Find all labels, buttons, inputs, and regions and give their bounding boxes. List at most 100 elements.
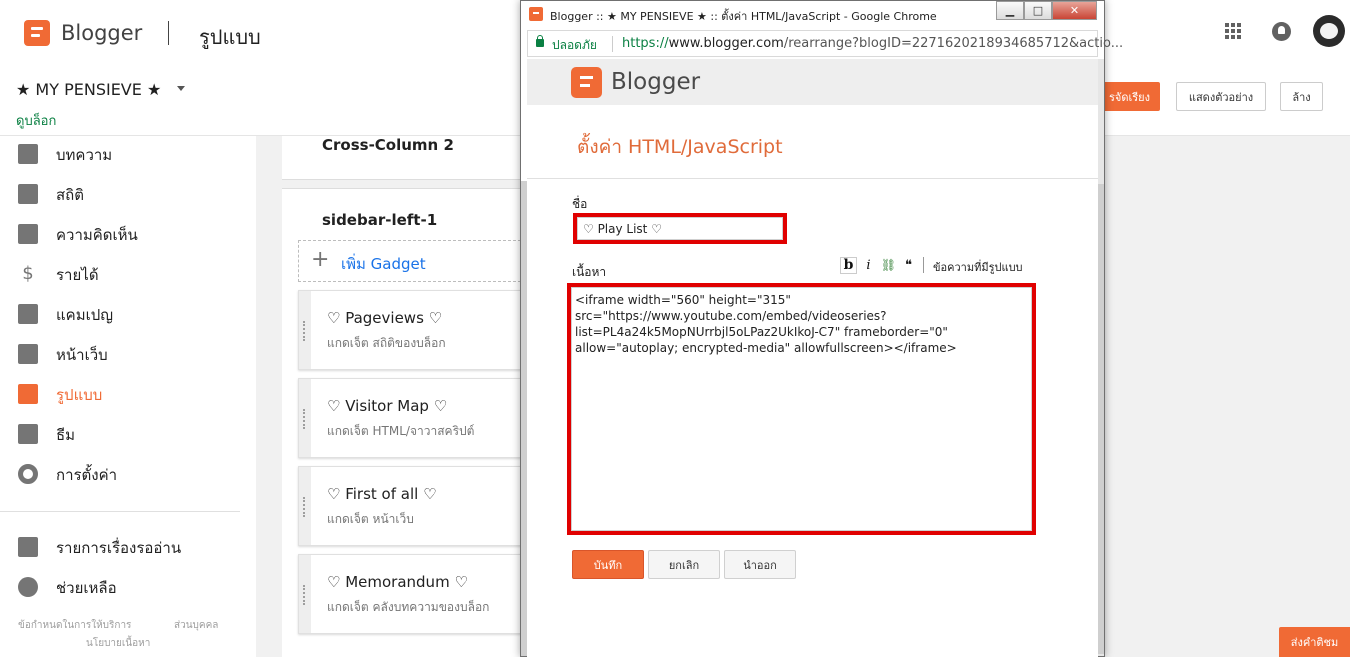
name-highlight xyxy=(573,213,787,244)
popup-left-scroll-track xyxy=(521,181,527,656)
content-highlight: <iframe width="560" height="315" src="ht… xyxy=(567,283,1036,535)
sidebar-item-theme[interactable]: ธีม xyxy=(0,414,256,454)
page-title: รูปแบบ xyxy=(199,25,261,49)
terms-link[interactable]: ข้อกำหนดในการให้บริการ xyxy=(18,618,131,633)
preview-button[interactable]: แสดงตัวอย่าง xyxy=(1176,82,1266,111)
italic-icon[interactable]: i xyxy=(860,257,877,274)
sidebar-item-reading-list[interactable]: รายการเรื่องรออ่าน xyxy=(0,527,256,567)
drag-handle-icon[interactable] xyxy=(299,555,311,633)
gadget-subtitle: แกดเจ็ต HTML/จาวาสคริปต์ xyxy=(327,424,475,438)
earnings-icon: $ xyxy=(22,263,34,284)
sidebar-item-label: บทความ xyxy=(56,146,113,164)
bookmark-icon xyxy=(18,537,38,557)
sidebar-item-posts[interactable]: บทความ xyxy=(0,134,256,174)
toolbar-divider xyxy=(923,257,924,273)
lock-icon xyxy=(536,35,544,47)
address-bar[interactable]: ปลอดภัย https://www.blogger.com/rearrang… xyxy=(527,30,1123,57)
sidebar-divider xyxy=(0,511,240,512)
sidebar-item-comments[interactable]: ความคิดเห็น xyxy=(0,214,256,254)
sidebar-item-campaigns[interactable]: แคมเปญ xyxy=(0,294,256,334)
bold-icon[interactable]: b xyxy=(840,256,857,274)
gadget-subtitle: แกดเจ็ต หน้าเว็บ xyxy=(327,512,414,526)
url-host: www.blogger.com xyxy=(668,36,784,51)
sidebar-item-settings[interactable]: การตั้งค่า xyxy=(0,454,256,494)
notifications-icon[interactable] xyxy=(1272,22,1291,41)
feedback-button[interactable]: ส่งคำติชม xyxy=(1279,627,1350,657)
content-textarea[interactable]: <iframe width="560" height="315" src="ht… xyxy=(571,287,1032,531)
popup-window: Blogger :: ★ MY PENSIEVE ★ :: ตั้งค่า HT… xyxy=(520,0,1123,657)
popup-scrollbar[interactable] xyxy=(1098,59,1104,656)
brand-name[interactable]: Blogger xyxy=(61,21,142,45)
clear-button[interactable]: ล้าง xyxy=(1280,82,1323,111)
gear-icon xyxy=(18,464,38,484)
view-blog-link[interactable]: ดูบล็อก xyxy=(16,110,56,131)
sidebar-item-label: ช่วยเหลือ xyxy=(56,579,117,597)
theme-icon xyxy=(18,424,38,444)
sidebar-item-pages[interactable]: หน้าเว็บ xyxy=(0,334,256,374)
close-window-button[interactable]: ✕ xyxy=(1052,1,1097,20)
sidebar-item-label: รายได้ xyxy=(56,266,99,284)
sidebar-item-stats[interactable]: สถิติ xyxy=(0,174,256,214)
privacy-link[interactable]: ส่วนบุคคล xyxy=(174,618,218,633)
chevron-down-icon[interactable] xyxy=(177,86,185,91)
link-icon[interactable]: ⛓ xyxy=(880,257,897,274)
sidebar-item-earnings[interactable]: $ รายได้ xyxy=(0,254,256,294)
sidebar: บทความ สถิติ ความคิดเห็น $ รายได้ แคมเปญ… xyxy=(0,136,256,657)
sidebar-item-label: ธีม xyxy=(56,426,76,444)
sidebar-item-layout[interactable]: รูปแบบ xyxy=(0,374,256,414)
avatar[interactable] xyxy=(1313,15,1345,47)
title-input[interactable] xyxy=(577,217,783,240)
rich-text-link[interactable]: ข้อความที่มีรูปแบบ xyxy=(933,258,1023,276)
comments-icon xyxy=(18,224,38,244)
gadget-title: ♡ First of all ♡ xyxy=(327,485,437,503)
gadget-title: ♡ Pageviews ♡ xyxy=(327,309,443,327)
help-icon xyxy=(18,577,38,597)
gadget-card[interactable]: ♡ Pageviews ♡ แกดเจ็ต สถิติของบล็อก xyxy=(298,290,526,370)
maximize-button[interactable]: □ xyxy=(1024,1,1052,20)
url-path: /rearrange?blogID=2271620218934685712&ac… xyxy=(783,36,1124,51)
plus-icon: + xyxy=(311,247,330,272)
url-scheme: https:// xyxy=(622,36,669,51)
add-gadget-button[interactable]: + เพิ่ม Gadget xyxy=(298,240,526,282)
address-divider xyxy=(612,36,613,52)
cancel-button[interactable]: ยกเลิก xyxy=(648,550,720,579)
heading-divider xyxy=(527,178,1098,179)
layout-icon xyxy=(18,384,38,404)
section-title: sidebar-left-1 xyxy=(322,211,438,229)
add-gadget-label: เพิ่ม Gadget xyxy=(341,255,426,273)
blogger-logo-icon[interactable] xyxy=(24,20,50,46)
blogger-favicon-icon xyxy=(529,7,543,21)
sidebar-item-label: ความคิดเห็น xyxy=(56,226,138,244)
name-label: ชื่อ xyxy=(572,197,588,211)
gadget-card[interactable]: ♡ Memorandum ♡ แกดเจ็ต คลังบทความของบล็อ… xyxy=(298,554,526,634)
gadget-card[interactable]: ♡ Visitor Map ♡ แกดเจ็ต HTML/จาวาสคริปต์ xyxy=(298,378,526,458)
gadget-title: ♡ Visitor Map ♡ xyxy=(327,397,448,415)
drag-handle-icon[interactable] xyxy=(299,467,311,545)
url-text[interactable]: https://www.blogger.com/rearrange?blogID… xyxy=(622,36,1123,51)
gadget-subtitle: แกดเจ็ต สถิติของบล็อก xyxy=(327,336,446,350)
content-policy-link[interactable]: นโยบายเนื้อหา xyxy=(86,636,150,651)
drag-handle-icon[interactable] xyxy=(299,379,311,457)
sidebar-item-label: สถิติ xyxy=(56,186,84,204)
gadget-card[interactable]: ♡ First of all ♡ แกดเจ็ต หน้าเว็บ xyxy=(298,466,526,546)
save-arrangement-button[interactable]: รจัดเรียง xyxy=(1100,82,1160,111)
popup-brand: Blogger xyxy=(611,69,701,95)
drag-handle-icon[interactable] xyxy=(299,291,311,369)
minimize-button[interactable]: ▁ xyxy=(996,1,1024,20)
secure-label: ปลอดภัย xyxy=(552,38,597,52)
window-title-bar[interactable]: Blogger :: ★ MY PENSIEVE ★ :: ตั้งค่า HT… xyxy=(521,1,1104,28)
remove-button[interactable]: นำออก xyxy=(724,550,796,579)
popup-body: ตั้งค่า HTML/JavaScript ชื่อ เนื้อหา b i… xyxy=(527,105,1098,657)
posts-icon xyxy=(18,144,38,164)
section-title: Cross-Column 2 xyxy=(322,136,454,154)
campaigns-icon xyxy=(18,304,38,324)
sidebar-item-label: แคมเปญ xyxy=(56,306,114,324)
gadget-title: ♡ Memorandum ♡ xyxy=(327,573,468,591)
save-button[interactable]: บันทึก xyxy=(572,550,644,579)
sidebar-item-help[interactable]: ช่วยเหลือ xyxy=(0,567,256,607)
blog-selector[interactable]: ★ MY PENSIEVE ★ xyxy=(16,80,161,99)
sidebar-item-label: หน้าเว็บ xyxy=(56,346,108,364)
apps-grid-icon[interactable] xyxy=(1225,23,1241,39)
formatting-toolbar: b i ⛓ ❝ xyxy=(840,255,927,275)
quote-icon[interactable]: ❝ xyxy=(900,257,917,274)
